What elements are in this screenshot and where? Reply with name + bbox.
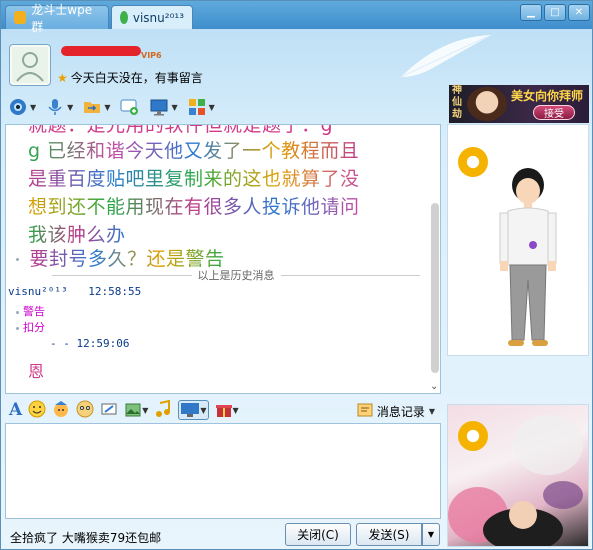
group-icon <box>14 11 27 24</box>
history-line: 是重百度贴吧里复制来的这也就算了没 <box>28 168 360 190</box>
font-icon[interactable]: A <box>9 400 22 420</box>
online-status-icon <box>120 11 128 24</box>
star-icon: ★ <box>57 70 68 85</box>
bullet-dot <box>16 258 19 261</box>
ad-banner[interactable]: 神仙劫 美女向你拜师 接受 <box>449 85 589 123</box>
ad-title: 美女向你拜师 <box>511 89 584 103</box>
chat-window: 龙斗士wpe群 visnu²⁰¹³ ▁ □ ✕ VIP6 ★ 今天白天没在，有事… <box>0 0 593 550</box>
send-file-button[interactable]: ▼ <box>81 96 110 118</box>
scene-image <box>448 415 583 546</box>
chevron-down-icon: ▼ <box>232 405 239 415</box>
apps-grid-icon <box>186 96 208 118</box>
close-button[interactable]: 关闭(C) <box>285 523 351 546</box>
voice-call-button[interactable]: ▼ <box>44 96 73 118</box>
chevron-down-icon: ▼ <box>142 405 149 415</box>
send-button[interactable]: 发送(S) <box>356 523 422 546</box>
chevron-down-icon: ▼ <box>200 405 207 415</box>
gift-icon[interactable]: ▼ <box>215 401 239 419</box>
message-header: visnu²⁰¹³ 12:58:55 <box>8 285 141 298</box>
music-icon[interactable] <box>154 399 172 421</box>
tab-visnu[interactable]: visnu²⁰¹³ <box>111 5 193 29</box>
input-toolbar: A ▼ ▼ ▼ 消息记录 ▼ <box>5 398 441 422</box>
history-scrollbar[interactable] <box>431 203 439 373</box>
message-add-icon <box>118 96 140 118</box>
scroll-down-icon[interactable]: ⌄ <box>430 381 438 392</box>
history-line: g 已经和谐今天他又发了一个教程而且 <box>28 140 360 162</box>
apps-button[interactable]: ▼ <box>186 96 215 118</box>
ad-accept-button[interactable]: 接受 <box>533 105 575 120</box>
reply-message: 恩 <box>28 362 45 381</box>
sms-button[interactable] <box>118 96 140 118</box>
chevron-down-icon: ▼ <box>67 102 74 112</box>
webcam-icon <box>7 96 29 118</box>
chevron-down-icon: ▼ <box>171 102 178 112</box>
message-time: 12:58:55 <box>88 285 142 298</box>
chevron-down-icon: ▼ <box>428 407 435 416</box>
bullet-dot <box>16 326 19 330</box>
ad-portrait <box>467 87 507 121</box>
video-call-button[interactable]: ▼ <box>7 96 36 118</box>
message-time: - - 12:59:06 <box>50 337 130 350</box>
tab-label: 龙斗士wpe群 <box>31 2 93 34</box>
sender-name[interactable]: visnu²⁰¹³ <box>8 285 68 298</box>
screenshot-scissors-icon[interactable] <box>100 400 118 421</box>
qq-show-image-panel[interactable] <box>447 404 589 547</box>
history-divider: 以上是历史消息 <box>46 268 426 282</box>
bullet-dot <box>16 310 19 314</box>
window-controls: ▁ □ ✕ <box>520 4 590 21</box>
chat-history[interactable]: 就题：是光用的软件但就是题了：g g 已经和谐今天他又发了一个教程而且 是重百度… <box>5 124 441 394</box>
vip-badge: VIP6 <box>141 51 162 60</box>
chevron-down-icon: ▼ <box>30 102 37 112</box>
screen-share-icon[interactable]: ▼ <box>178 400 209 420</box>
chevron-down-icon: ▼ <box>427 530 435 539</box>
message-item: 扣分 <box>16 319 45 335</box>
close-window-button[interactable]: ✕ <box>568 4 590 21</box>
folder-icon <box>81 96 103 118</box>
message-record-label: 消息记录 <box>376 405 425 419</box>
emoji-icon[interactable] <box>28 400 46 421</box>
tab-group-chat[interactable]: 龙斗士wpe群 <box>5 3 109 34</box>
message-input[interactable] <box>5 423 441 519</box>
main-toolbar: ▼ ▼ ▼ ▼ ▼ <box>7 95 215 119</box>
tab-label: visnu²⁰¹³ <box>132 10 184 25</box>
status-line: ★ 今天白天没在，有事留言 <box>57 69 203 86</box>
chevron-down-icon: ▼ <box>208 102 215 112</box>
chevron-down-icon: ▼ <box>104 102 111 112</box>
send-options-button[interactable]: ▼ <box>422 523 440 546</box>
tab-strip: 龙斗士wpe群 visnu²⁰¹³ ▁ □ ✕ <box>1 1 592 34</box>
contact-avatar[interactable] <box>9 44 51 86</box>
avatar-icon <box>12 47 48 83</box>
feather-decoration <box>400 35 491 78</box>
qq-show-logo-icon <box>458 147 488 177</box>
contact-name-redacted <box>61 46 141 56</box>
history-record-icon <box>357 402 373 421</box>
minimize-button[interactable]: ▁ <box>520 4 542 21</box>
maximize-button[interactable]: □ <box>544 4 566 21</box>
image-icon[interactable]: ▼ <box>124 401 148 419</box>
qq-show-panel[interactable] <box>447 124 589 356</box>
status-message: 今天白天没在，有事留言 <box>70 71 203 85</box>
monitor-icon <box>148 96 170 118</box>
rich-emoticon-icon[interactable] <box>76 400 94 421</box>
history-line: 想到还不能用现在有很多人投诉他请问 <box>28 196 360 218</box>
magic-emoji-icon[interactable] <box>52 400 70 421</box>
bottom-status-text[interactable]: 全拾疯了 大嘴猴卖79还包邮 <box>10 529 161 546</box>
message-record-button[interactable]: 消息记录 ▼ <box>357 402 435 421</box>
remote-desktop-button[interactable]: ▼ <box>148 96 178 118</box>
microphone-icon <box>44 96 66 118</box>
avatar-figure <box>499 168 557 346</box>
ad-game-name: 神仙劫 <box>452 85 462 120</box>
message-item: 警告 <box>16 303 45 319</box>
